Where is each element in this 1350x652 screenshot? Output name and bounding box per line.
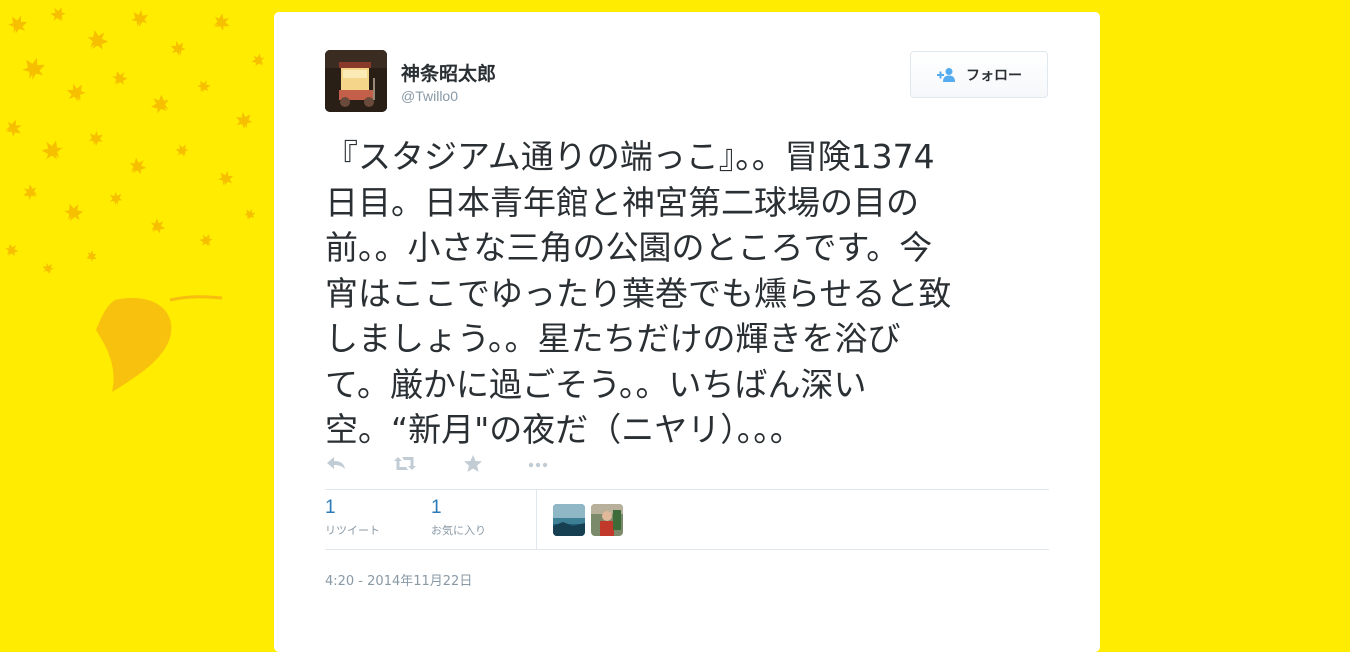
favorite-stat[interactable]: 1 お気に入り (431, 495, 486, 539)
tweet-text-line: しましょう。。星たちだけの輝きを浴び (325, 319, 901, 358)
stats-separator (536, 490, 537, 549)
person-photo-icon (591, 504, 623, 536)
add-person-icon (937, 67, 955, 82)
seascape-photo-icon (553, 504, 585, 536)
stats-divider-bottom (325, 549, 1049, 550)
tweet-text-line: 空。“新月"の夜だ（ニヤリ）。。。 (325, 410, 803, 449)
tweet-text-line: 前。。小さな三角の公園のところです。今 (325, 228, 933, 267)
night-food-cart-icon (325, 50, 387, 112)
reply-icon[interactable] (325, 453, 353, 475)
display-name[interactable]: 神条昭太郎 (401, 59, 496, 86)
tweet-text-line: 宵はここでゆったり葉巻でも燻らせると致 (325, 273, 952, 313)
maple-leaves-background (2, 4, 268, 392)
tweet-text-line: 日目。日本青年館と神宮第二球場の目の (325, 182, 919, 222)
stats-divider-top (325, 489, 1049, 490)
favoriter-avatar-2[interactable] (591, 504, 623, 536)
user-handle[interactable]: @Twillo0 (401, 88, 458, 104)
more-options-icon[interactable] (525, 453, 553, 475)
follow-button-label: フォロー (966, 67, 1022, 84)
favorite-label: お気に入り (431, 524, 486, 537)
retweet-icon[interactable] (391, 453, 419, 475)
favoriter-avatar-1[interactable] (553, 504, 585, 536)
tweet-card: 神条昭太郎 @Twillo0 フォロー 『スタジアム通りの端っこ』。。冒険137… (274, 12, 1100, 652)
retweet-stat[interactable]: 1 リツイート (325, 495, 380, 539)
tweet-timestamp[interactable]: 4:20 - 2014年11月22日 (325, 570, 472, 589)
favorite-count: 1 (431, 497, 442, 518)
retweet-count: 1 (325, 497, 336, 518)
follow-button[interactable]: フォロー (910, 51, 1048, 98)
retweet-label: リツイート (325, 524, 380, 537)
user-avatar[interactable] (325, 50, 387, 112)
tweet-text-line: て。厳かに過ごそう。。いちばん深い (325, 364, 867, 404)
tweet-text-line: 『スタジアム通りの端っこ』。。冒険1374 (325, 137, 935, 176)
favorite-star-icon[interactable] (461, 453, 489, 475)
tweet-text: 『スタジアム通りの端っこ』。。冒険1374 日目。日本青年館と神宮第二球場の目の… (325, 134, 1045, 453)
